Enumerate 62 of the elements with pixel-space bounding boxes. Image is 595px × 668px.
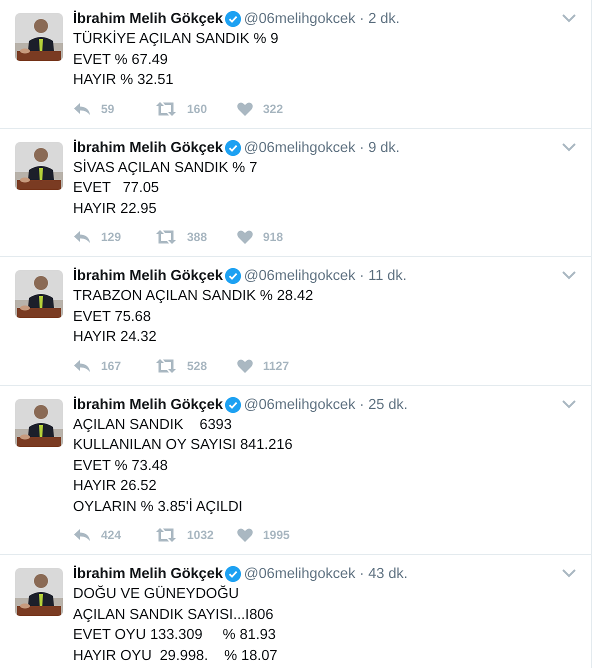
heart-icon[interactable] [237, 102, 253, 116]
tweet-text: AÇILAN SANDIK SAYISI...I806 [73, 606, 274, 624]
tweet-text: EVET 77.05 [73, 179, 160, 198]
author-name[interactable]: İbrahim Melih Gökçek [73, 566, 223, 582]
author-handle[interactable]: @06melihgokcek [244, 566, 356, 582]
tweet-text: HAYIR 22.95 [73, 200, 158, 218]
tweet-time[interactable]: · 43 dk. [359, 566, 408, 582]
author-name[interactable]: İbrahim Melih Gökçek [73, 268, 223, 284]
chevron-down-icon[interactable] [562, 400, 576, 408]
reply-icon[interactable] [73, 528, 91, 542]
like-count: 1995 [263, 528, 290, 542]
reply-count: 129 [101, 230, 122, 244]
retweet-count: 1032 [187, 528, 214, 542]
heart-icon[interactable] [237, 528, 253, 542]
tweet-text: EVET % 73.48 [73, 456, 169, 476]
author-handle[interactable]: @06melihgokcek [244, 140, 356, 156]
tweet-text: EVET % 67.49 [73, 50, 169, 70]
tweet-text: HAYIR OYU 29.998. % 18.07 [73, 646, 278, 666]
tweet-text: HAYIR 26.52 [73, 477, 158, 496]
retweet-count: 160 [187, 102, 208, 116]
retweet-icon[interactable] [155, 100, 177, 116]
author-name[interactable]: İbrahim Melih Gökçek [73, 396, 223, 412]
heart-icon[interactable] [237, 230, 253, 244]
tweet-time[interactable]: · 25 dk. [359, 396, 408, 412]
like-count: 322 [263, 102, 284, 116]
reply-count: 424 [101, 528, 122, 542]
reply-count: 59 [101, 102, 114, 116]
tweet-time[interactable]: · 9 dk. [359, 140, 400, 156]
tweet-text: HAYIR 24.32 [73, 328, 158, 347]
tweet-text: DOĞU VE GÜNEYDOĞU [73, 584, 240, 604]
retweet-icon[interactable] [155, 229, 177, 245]
reply-icon[interactable] [73, 230, 91, 244]
reply-icon[interactable] [73, 102, 91, 116]
like-count: 1127 [263, 358, 290, 372]
tweet-time[interactable]: · 2 dk. [359, 11, 400, 27]
author-handle[interactable]: @06melihgokcek [244, 396, 356, 412]
tweet-text: TRABZON AÇILAN SANDIK % 28.42 [73, 287, 314, 306]
tweet-text: OYLARIN % 3.85'İ AÇILDI [73, 497, 244, 516]
author-handle[interactable]: @06melihgokcek [244, 11, 356, 27]
retweet-count: 388 [187, 230, 208, 244]
author-handle[interactable]: @06melihgokcek [244, 268, 356, 284]
heart-icon[interactable] [237, 358, 253, 372]
reply-count: 167 [101, 358, 122, 372]
tweet-time[interactable]: · 11 dk. [359, 268, 407, 284]
tweet-text: AÇILAN SANDIK 6393 [73, 416, 233, 434]
chevron-down-icon[interactable] [562, 569, 576, 578]
author-name[interactable]: İbrahim Melih Gökçek [73, 11, 223, 27]
tweet-text: SİVAS AÇILAN SANDIK % 7 [73, 158, 258, 178]
retweet-icon[interactable] [155, 358, 177, 374]
chevron-down-icon[interactable] [562, 142, 576, 152]
chevron-down-icon[interactable] [562, 14, 576, 23]
author-name[interactable]: İbrahim Melih Gökçek [73, 140, 223, 156]
tweet-text: KULLANILAN OY SAYISI 841.216 [73, 436, 294, 455]
chevron-down-icon[interactable] [562, 271, 576, 280]
like-count: 918 [263, 230, 284, 244]
tweet-text: HAYIR % 32.51 [73, 71, 174, 90]
tweet-text: EVET OYU 133.309 % 81.93 [73, 626, 277, 645]
retweet-icon[interactable] [155, 527, 177, 543]
retweet-count: 528 [187, 358, 208, 372]
reply-icon[interactable] [73, 358, 91, 372]
tweet-text: EVET 75.68 [73, 308, 152, 326]
tweet-text: TÜRKİYE AÇILAN SANDIK % 9 [73, 29, 280, 49]
